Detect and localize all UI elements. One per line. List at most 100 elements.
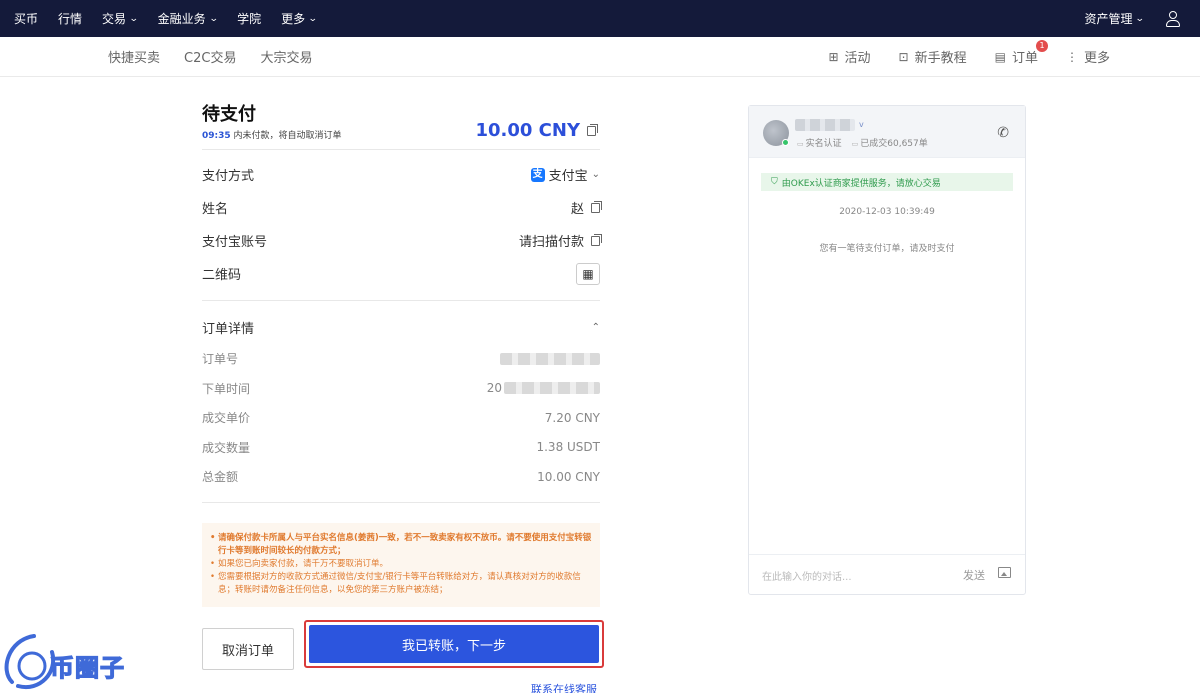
- online-status-icon: [782, 139, 789, 146]
- order-details-toggle[interactable]: 订单详情 ⌃: [202, 311, 600, 344]
- image-upload-icon[interactable]: [998, 567, 1011, 578]
- payment-method-row: 支付方式 支 支付宝 ⌄: [202, 158, 600, 191]
- nav-buy-coin[interactable]: 买币: [14, 10, 38, 27]
- name-label: 姓名: [202, 202, 229, 217]
- merchant-name-redacted: [795, 119, 855, 131]
- subnav-tutorial-label: 新手教程: [914, 51, 967, 66]
- name-row: 姓名 赵: [202, 191, 602, 224]
- verified-merchant-text: 由OKEx认证商家提供服务，请放心交易: [781, 178, 941, 189]
- watermark-logo: 币圈子: [0, 632, 150, 693]
- trades-label: 已成交60,657单: [860, 139, 928, 149]
- user-icon[interactable]: [1166, 10, 1180, 27]
- order-time-prefix: 20: [486, 381, 502, 396]
- transferred-next-button[interactable]: 我已转账，下一步: [309, 625, 599, 663]
- notice-item: 请确保付款卡所属人与平台实名信息(姜茜)一致，若不一致卖家有权不放币。请不要使用…: [210, 532, 592, 558]
- order-time-redacted: [504, 382, 600, 395]
- send-button[interactable]: 发送: [963, 567, 985, 583]
- qrcode-icon: ▦: [582, 266, 594, 281]
- subnav-activity-label: 活动: [844, 51, 871, 66]
- unit-price-row: 成交单价 7.20 CNY: [202, 403, 600, 433]
- total-label: 总金额: [202, 470, 239, 485]
- id-card-icon: ▭: [797, 140, 804, 148]
- sub-navbar: 快捷买卖 C2C交易 大宗交易 ⊞ 活动 ⊡ 新手教程 ▤ 订单 1 ⋮ 更多: [0, 37, 1200, 77]
- chevron-down-icon: ⌄: [591, 169, 600, 180]
- account-row: 支付宝账号 请扫描付款: [202, 224, 602, 257]
- subnav-tutorial[interactable]: ⊡ 新手教程: [898, 47, 967, 67]
- quantity-label: 成交数量: [202, 440, 251, 455]
- trade-count-icon: ▭: [851, 140, 859, 148]
- chat-timestamp: 2020-12-03 10:39:49: [839, 207, 935, 217]
- payment-method-label: 支付方式: [202, 169, 255, 184]
- chevron-up-icon: ⌃: [591, 322, 600, 333]
- notice-item: 如果您已向卖家付款，请千万不要取消订单。: [210, 558, 592, 571]
- notice-item: 您需要根据对方的收款方式通过微信/支付宝/银行卡等平台转账给对方，请认真核对对方…: [210, 571, 592, 597]
- notice-box: 请确保付款卡所属人与平台实名信息(姜茜)一致，若不一致卖家有权不放币。请不要使用…: [202, 522, 600, 607]
- divider: [202, 501, 600, 503]
- quantity-row: 成交数量 1.38 USDT: [202, 433, 600, 463]
- subnav-orders-label: 订单: [1011, 51, 1038, 66]
- verified-tag: ▭ 实名认证: [797, 136, 842, 149]
- order-number-row: 订单号: [202, 344, 600, 374]
- contact-service-link[interactable]: 联系在线客服: [531, 681, 597, 693]
- copy-icon[interactable]: [591, 233, 602, 246]
- subnav-quick-trade[interactable]: 快捷买卖: [108, 47, 160, 66]
- nav-finance-label: 金融业务: [157, 12, 206, 26]
- subnav-more[interactable]: ⋮ 更多: [1065, 47, 1110, 67]
- verified-v-badge: v: [859, 120, 864, 129]
- chevron-down-icon: ⌄: [308, 13, 318, 24]
- chevron-down-icon: ⌄: [128, 13, 139, 24]
- chevron-down-icon: ⌄: [208, 13, 219, 24]
- nav-trade-label: 交易: [102, 12, 127, 26]
- shield-icon: ⛉: [771, 177, 778, 187]
- unit-price-value: 7.20 CNY: [544, 410, 600, 425]
- nav-finance[interactable]: 金融业务 ⌄: [157, 10, 219, 27]
- cancel-order-button[interactable]: 取消订单: [202, 628, 294, 670]
- countdown-time: 09:35: [202, 131, 231, 141]
- next-step-highlight: 我已转账，下一步: [304, 620, 604, 668]
- gift-icon: ⊞: [828, 49, 839, 64]
- nav-market[interactable]: 行情: [58, 10, 82, 27]
- order-amount-value: 10.00 CNY: [475, 120, 580, 141]
- more-dots-icon: ⋮: [1065, 49, 1078, 64]
- unit-price-label: 成交单价: [202, 411, 251, 426]
- nav-more[interactable]: 更多 ⌄: [281, 10, 318, 27]
- orders-count-badge: 1: [1035, 40, 1048, 52]
- verified-label: 实名认证: [805, 139, 842, 149]
- nav-asset-management[interactable]: 资产管理 ⌄: [1084, 10, 1146, 27]
- phone-icon[interactable]: ✆: [997, 125, 1009, 141]
- order-number-label: 订单号: [202, 352, 239, 367]
- order-time-label: 下单时间: [202, 381, 251, 396]
- order-details-label: 订单详情: [202, 322, 255, 337]
- qrcode-label: 二维码: [202, 268, 242, 283]
- chat-input-bar: 在此输入你的对话... 发送: [749, 554, 1025, 594]
- verified-merchant-notice: ⛉ 由OKEx认证商家提供服务，请放心交易: [761, 173, 1013, 191]
- subnav-orders[interactable]: ▤ 订单 1: [995, 40, 1048, 66]
- subnav-c2c[interactable]: C2C交易: [184, 47, 236, 66]
- nav-market-label: 行情: [58, 12, 83, 26]
- countdown-message: 内未付款，将自动取消订单: [233, 131, 342, 141]
- total-value: 10.00 CNY: [537, 469, 600, 484]
- chat-panel: v ▭ 实名认证 ▭ 已成交60,657单 ✆ ⛉ 由OKEx认证商家提供服务，请放…: [748, 105, 1026, 595]
- qrcode-button[interactable]: ▦: [576, 262, 600, 285]
- order-time-row: 下单时间 20: [202, 374, 600, 404]
- copy-icon[interactable]: [587, 123, 598, 136]
- merchant-meta: ▭ 实名认证 ▭ 已成交60,657单: [797, 136, 928, 149]
- qrcode-row: 二维码 ▦: [202, 257, 600, 290]
- payment-method-select[interactable]: 支 支付宝 ⌄: [530, 165, 600, 184]
- subnav-more-label: 更多: [1083, 51, 1110, 66]
- subnav-block-trade[interactable]: 大宗交易: [260, 47, 312, 66]
- chat-input-field[interactable]: 在此输入你的对话...: [762, 568, 852, 583]
- chevron-down-icon: ⌄: [1135, 13, 1146, 24]
- copy-icon[interactable]: [591, 200, 602, 213]
- trades-tag: ▭ 已成交60,657单: [852, 136, 928, 149]
- watermark-text: 币圈子: [49, 653, 125, 682]
- order-panel: 待支付 09:35 内未付款，将自动取消订单 10.00 CNY 支付方式 支 …: [202, 100, 602, 607]
- nav-trade[interactable]: 交易 ⌄: [102, 10, 139, 27]
- play-icon: ⊡: [898, 49, 909, 64]
- nav-buy-coin-label: 买币: [14, 12, 39, 26]
- total-row: 总金额 10.00 CNY: [202, 462, 600, 492]
- name-value: 赵: [570, 202, 584, 217]
- account-value: 请扫描付款: [518, 235, 584, 250]
- subnav-activity[interactable]: ⊞ 活动: [828, 47, 871, 67]
- nav-academy[interactable]: 学院: [237, 10, 261, 27]
